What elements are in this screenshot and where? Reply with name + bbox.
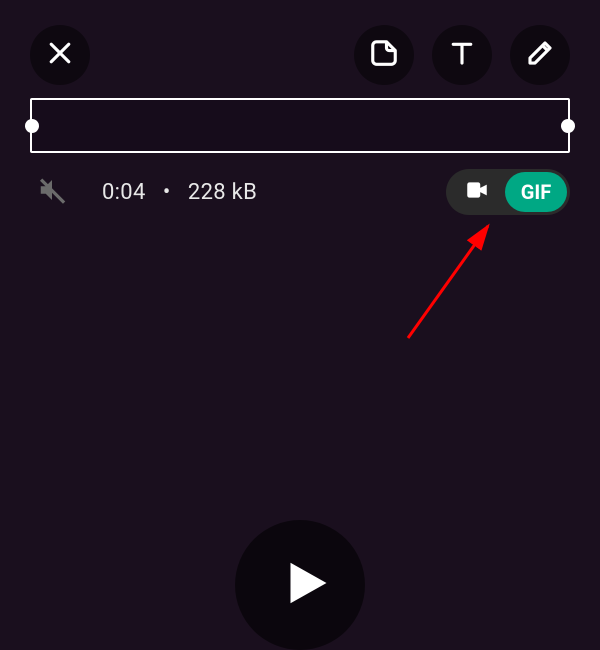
video-camera-icon: [464, 177, 490, 207]
trim-handle-end[interactable]: [561, 119, 575, 133]
sticker-icon: [369, 38, 399, 72]
editor-toolbar: [0, 20, 600, 90]
media-meta: 0:04 • 228 kB: [102, 180, 257, 205]
text-button[interactable]: [432, 25, 492, 85]
meta-separator: •: [163, 180, 171, 205]
filesize-label: 228 kB: [188, 180, 257, 205]
video-trimmer[interactable]: [30, 98, 570, 153]
media-info-row: 0:04 • 228 kB GIF: [30, 168, 570, 216]
trim-handle-start[interactable]: [25, 119, 39, 133]
gif-label: GIF: [521, 180, 551, 204]
mute-button[interactable]: [30, 170, 74, 214]
video-gif-toggle: GIF: [446, 169, 570, 215]
pencil-icon: [525, 38, 555, 72]
play-button[interactable]: [235, 520, 365, 650]
close-button[interactable]: [30, 25, 90, 85]
play-icon: [269, 556, 331, 614]
annotation-arrow: [398, 218, 508, 348]
sticker-button[interactable]: [354, 25, 414, 85]
toggle-gif-option[interactable]: GIF: [505, 172, 567, 212]
draw-button[interactable]: [510, 25, 570, 85]
toggle-video-option[interactable]: [449, 172, 505, 212]
text-icon: [447, 38, 477, 72]
toolbar-actions: [354, 25, 570, 85]
close-icon: [45, 38, 75, 72]
speaker-muted-icon: [37, 175, 67, 209]
duration-label: 0:04: [102, 180, 146, 205]
